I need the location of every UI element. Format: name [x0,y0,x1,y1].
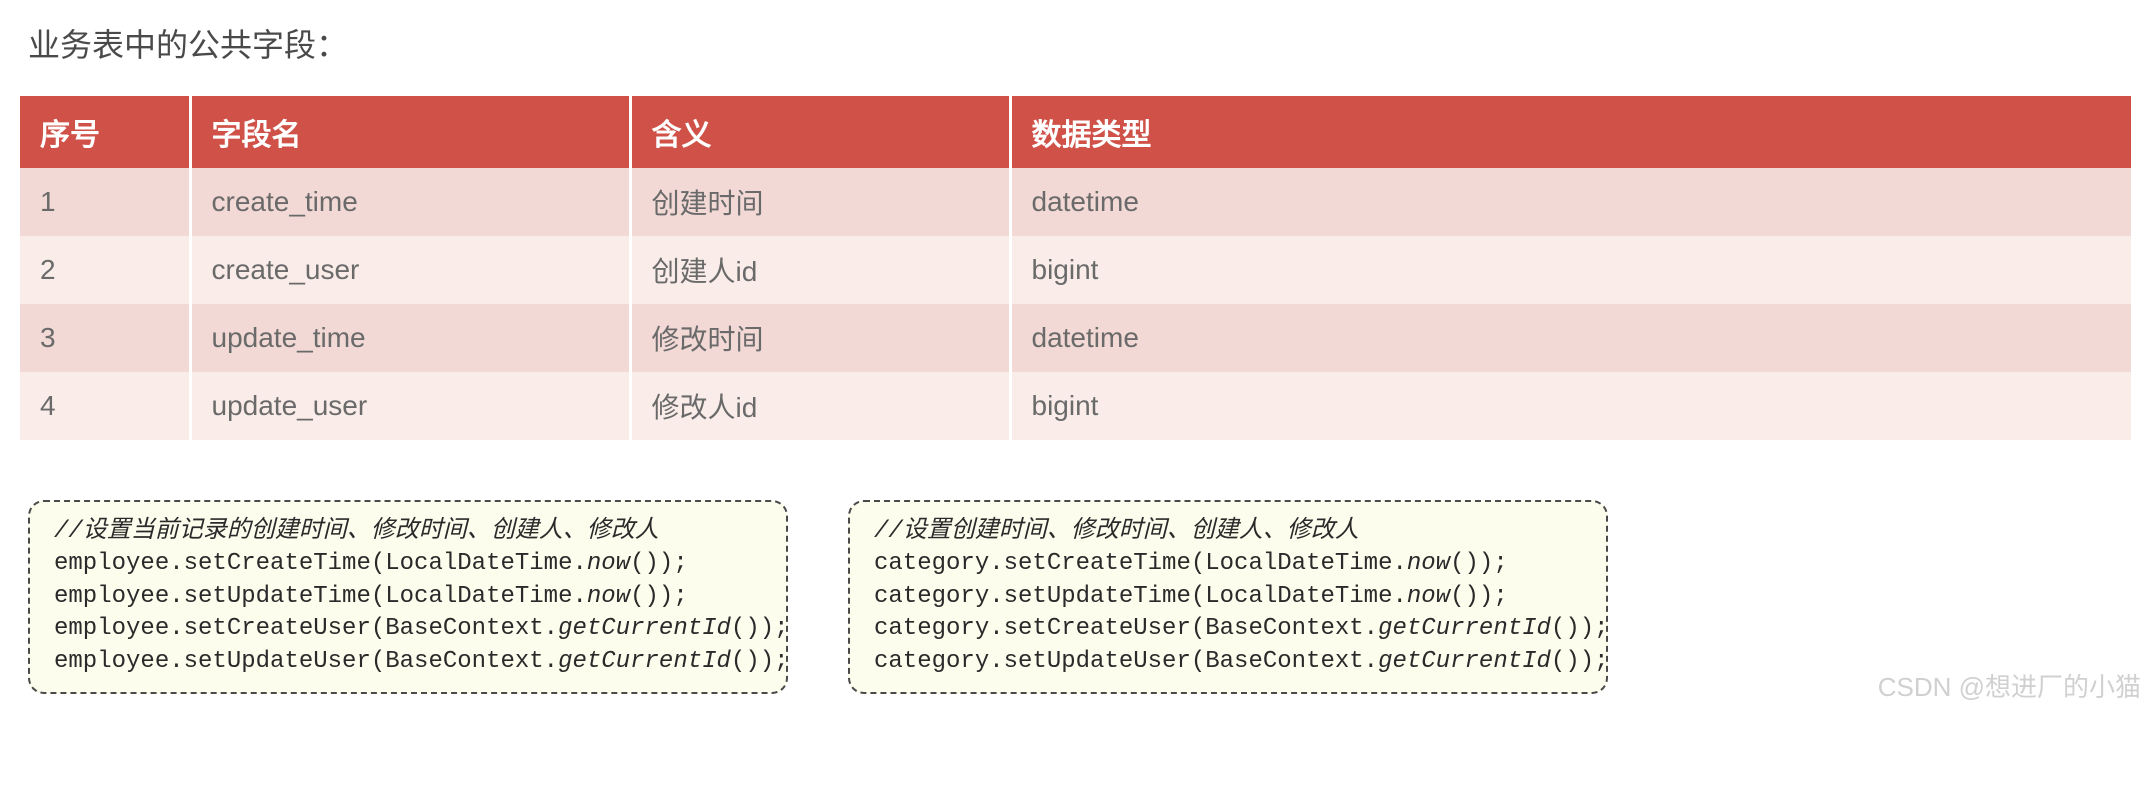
table-row: 3 update_time 修改时间 datetime [20,304,2131,372]
cell-field: update_user [190,372,630,440]
col-header-type: 数据类型 [1010,96,2131,168]
cell-seq: 1 [20,168,190,236]
code-line: employee.setUpdateUser(BaseContext.getCu… [54,646,762,678]
code-box-employee: //设置当前记录的创建时间、修改时间、创建人、修改人 employee.setC… [28,500,788,694]
cell-meaning: 修改时间 [630,304,1010,372]
table-row: 1 create_time 创建时间 datetime [20,168,2131,236]
cell-seq: 2 [20,236,190,304]
cell-meaning: 修改人id [630,372,1010,440]
code-comment: //设置创建时间、修改时间、创建人、修改人 [874,516,1582,548]
page-title: 业务表中的公共字段： [28,20,2131,66]
table-row: 4 update_user 修改人id bigint [20,372,2131,440]
cell-type: bigint [1010,372,2131,440]
col-header-seq: 序号 [20,96,190,168]
code-line: category.setUpdateUser(BaseContext.getCu… [874,646,1582,678]
cell-type: datetime [1010,304,2131,372]
cell-field: create_time [190,168,630,236]
fields-table: 序号 字段名 含义 数据类型 1 create_time 创建时间 dateti… [20,96,2131,440]
cell-meaning: 创建时间 [630,168,1010,236]
code-boxes-container: //设置当前记录的创建时间、修改时间、创建人、修改人 employee.setC… [20,500,2131,694]
col-header-field: 字段名 [190,96,630,168]
cell-field: update_time [190,304,630,372]
code-box-category: //设置创建时间、修改时间、创建人、修改人 category.setCreate… [848,500,1608,694]
code-line: employee.setCreateTime(LocalDateTime.now… [54,548,762,580]
col-header-meaning: 含义 [630,96,1010,168]
table-header-row: 序号 字段名 含义 数据类型 [20,96,2131,168]
code-line: category.setCreateUser(BaseContext.getCu… [874,613,1582,645]
code-comment: //设置当前记录的创建时间、修改时间、创建人、修改人 [54,516,762,548]
cell-seq: 3 [20,304,190,372]
cell-meaning: 创建人id [630,236,1010,304]
code-line: category.setCreateTime(LocalDateTime.now… [874,548,1582,580]
cell-seq: 4 [20,372,190,440]
code-line: employee.setUpdateTime(LocalDateTime.now… [54,581,762,613]
cell-type: bigint [1010,236,2131,304]
table-row: 2 create_user 创建人id bigint [20,236,2131,304]
cell-type: datetime [1010,168,2131,236]
cell-field: create_user [190,236,630,304]
code-line: employee.setCreateUser(BaseContext.getCu… [54,613,762,645]
code-line: category.setUpdateTime(LocalDateTime.now… [874,581,1582,613]
